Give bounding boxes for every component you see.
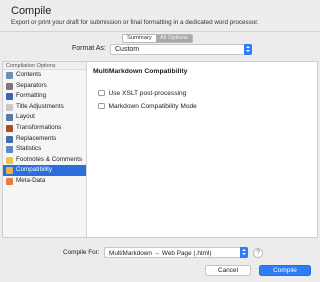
sidebar-list: Contents Separators Formatting Title Adjust… <box>3 70 86 187</box>
window-subtitle: Export or print your draft for submissio… <box>11 19 259 26</box>
option-label: Markdown Compatibility Mode <box>108 102 197 110</box>
sidebar-item-label: Replacements <box>16 134 57 142</box>
meta-data-icon <box>6 177 13 185</box>
markdown-compatibility-checkbox[interactable] <box>98 102 105 110</box>
replacements-icon <box>6 135 13 143</box>
transformations-icon <box>6 124 13 132</box>
compile-options-panel: Compilation Options Contents Separators Fo… <box>2 61 318 238</box>
compile-for-label: Compile For: <box>63 249 100 256</box>
option-markdown-compatibility-mode[interactable]: Markdown Compatibility Mode <box>98 102 197 110</box>
sidebar-item-statistics[interactable]: Statistics <box>3 144 86 155</box>
compile-for-value: MultiMarkdown → Web Page (.html) <box>109 249 212 257</box>
sidebar-item-transformations[interactable]: Transformations <box>3 123 86 134</box>
sidebar-item-label: Separators <box>16 81 47 89</box>
sidebar-item-label: Meta-Data <box>16 176 46 184</box>
layout-icon <box>6 114 13 122</box>
sidebar-item-label: Title Adjustments <box>16 102 64 110</box>
compile-window: Compile Export or print your draft for s… <box>0 0 320 282</box>
compile-for-select[interactable]: MultiMarkdown → Web Page (.html) <box>104 247 248 258</box>
sidebar-item-label: Transformations <box>16 123 62 131</box>
sidebar-item-title-adjustments[interactable]: Title Adjustments <box>3 102 86 113</box>
title-adjustments-icon <box>6 103 13 111</box>
sidebar: Compilation Options Contents Separators Fo… <box>3 62 87 237</box>
option-label: Use XSLT post-processing <box>108 89 187 97</box>
help-icon[interactable]: ? <box>253 248 263 258</box>
sidebar-header: Compilation Options <box>3 62 86 70</box>
sidebar-item-label: Contents <box>16 71 42 78</box>
window-title: Compile <box>11 5 52 17</box>
sidebar-item-layout[interactable]: Layout <box>3 112 86 123</box>
header: Compile Export or print your draft for s… <box>0 0 320 30</box>
format-as-value: Custom <box>115 46 140 53</box>
sidebar-item-compatibility[interactable]: Compatibility <box>3 165 86 176</box>
format-as-select[interactable]: Custom <box>110 44 252 55</box>
tab-summary[interactable]: Summary <box>123 35 156 42</box>
sidebar-item-label: Footnotes & Comments <box>16 155 83 163</box>
tab-all-options[interactable]: All Options <box>155 35 192 42</box>
sidebar-item-meta-data[interactable]: Meta-Data <box>3 176 86 187</box>
sidebar-item-label: Statistics <box>16 145 42 153</box>
sidebar-item-label: Compatibility <box>16 166 53 174</box>
sidebar-item-replacements[interactable]: Replacements <box>3 134 86 145</box>
sidebar-item-label: Layout <box>16 113 35 121</box>
compatibility-icon <box>6 167 13 175</box>
sidebar-item-formatting[interactable]: Formatting <box>3 91 86 102</box>
view-toggle: Summary All Options <box>122 34 193 43</box>
option-xslt-post-processing[interactable]: Use XSLT post-processing <box>98 89 186 97</box>
sidebar-item-label: Formatting <box>16 92 47 100</box>
xslt-checkbox[interactable] <box>98 89 105 97</box>
options-pane: MultiMarkdown Compatibility Use XSLT pos… <box>88 62 317 237</box>
separators-icon <box>6 82 13 90</box>
sidebar-item-separators[interactable]: Separators <box>3 81 86 92</box>
chevron-updown-icon <box>244 44 252 55</box>
format-as-label: Format As: <box>72 45 106 52</box>
footnotes-comments-icon <box>6 156 13 164</box>
cancel-button[interactable]: Cancel <box>205 265 251 276</box>
statistics-icon <box>6 146 13 154</box>
contents-icon <box>6 72 13 79</box>
chevron-updown-icon <box>240 247 248 258</box>
formatting-icon <box>6 93 13 101</box>
header-divider <box>0 31 320 32</box>
pane-title: MultiMarkdown Compatibility <box>93 68 188 75</box>
sidebar-item-footnotes-comments[interactable]: Footnotes & Comments <box>3 155 86 166</box>
sidebar-item-contents[interactable]: Contents <box>3 70 86 81</box>
compile-button[interactable]: Compile <box>259 265 311 276</box>
